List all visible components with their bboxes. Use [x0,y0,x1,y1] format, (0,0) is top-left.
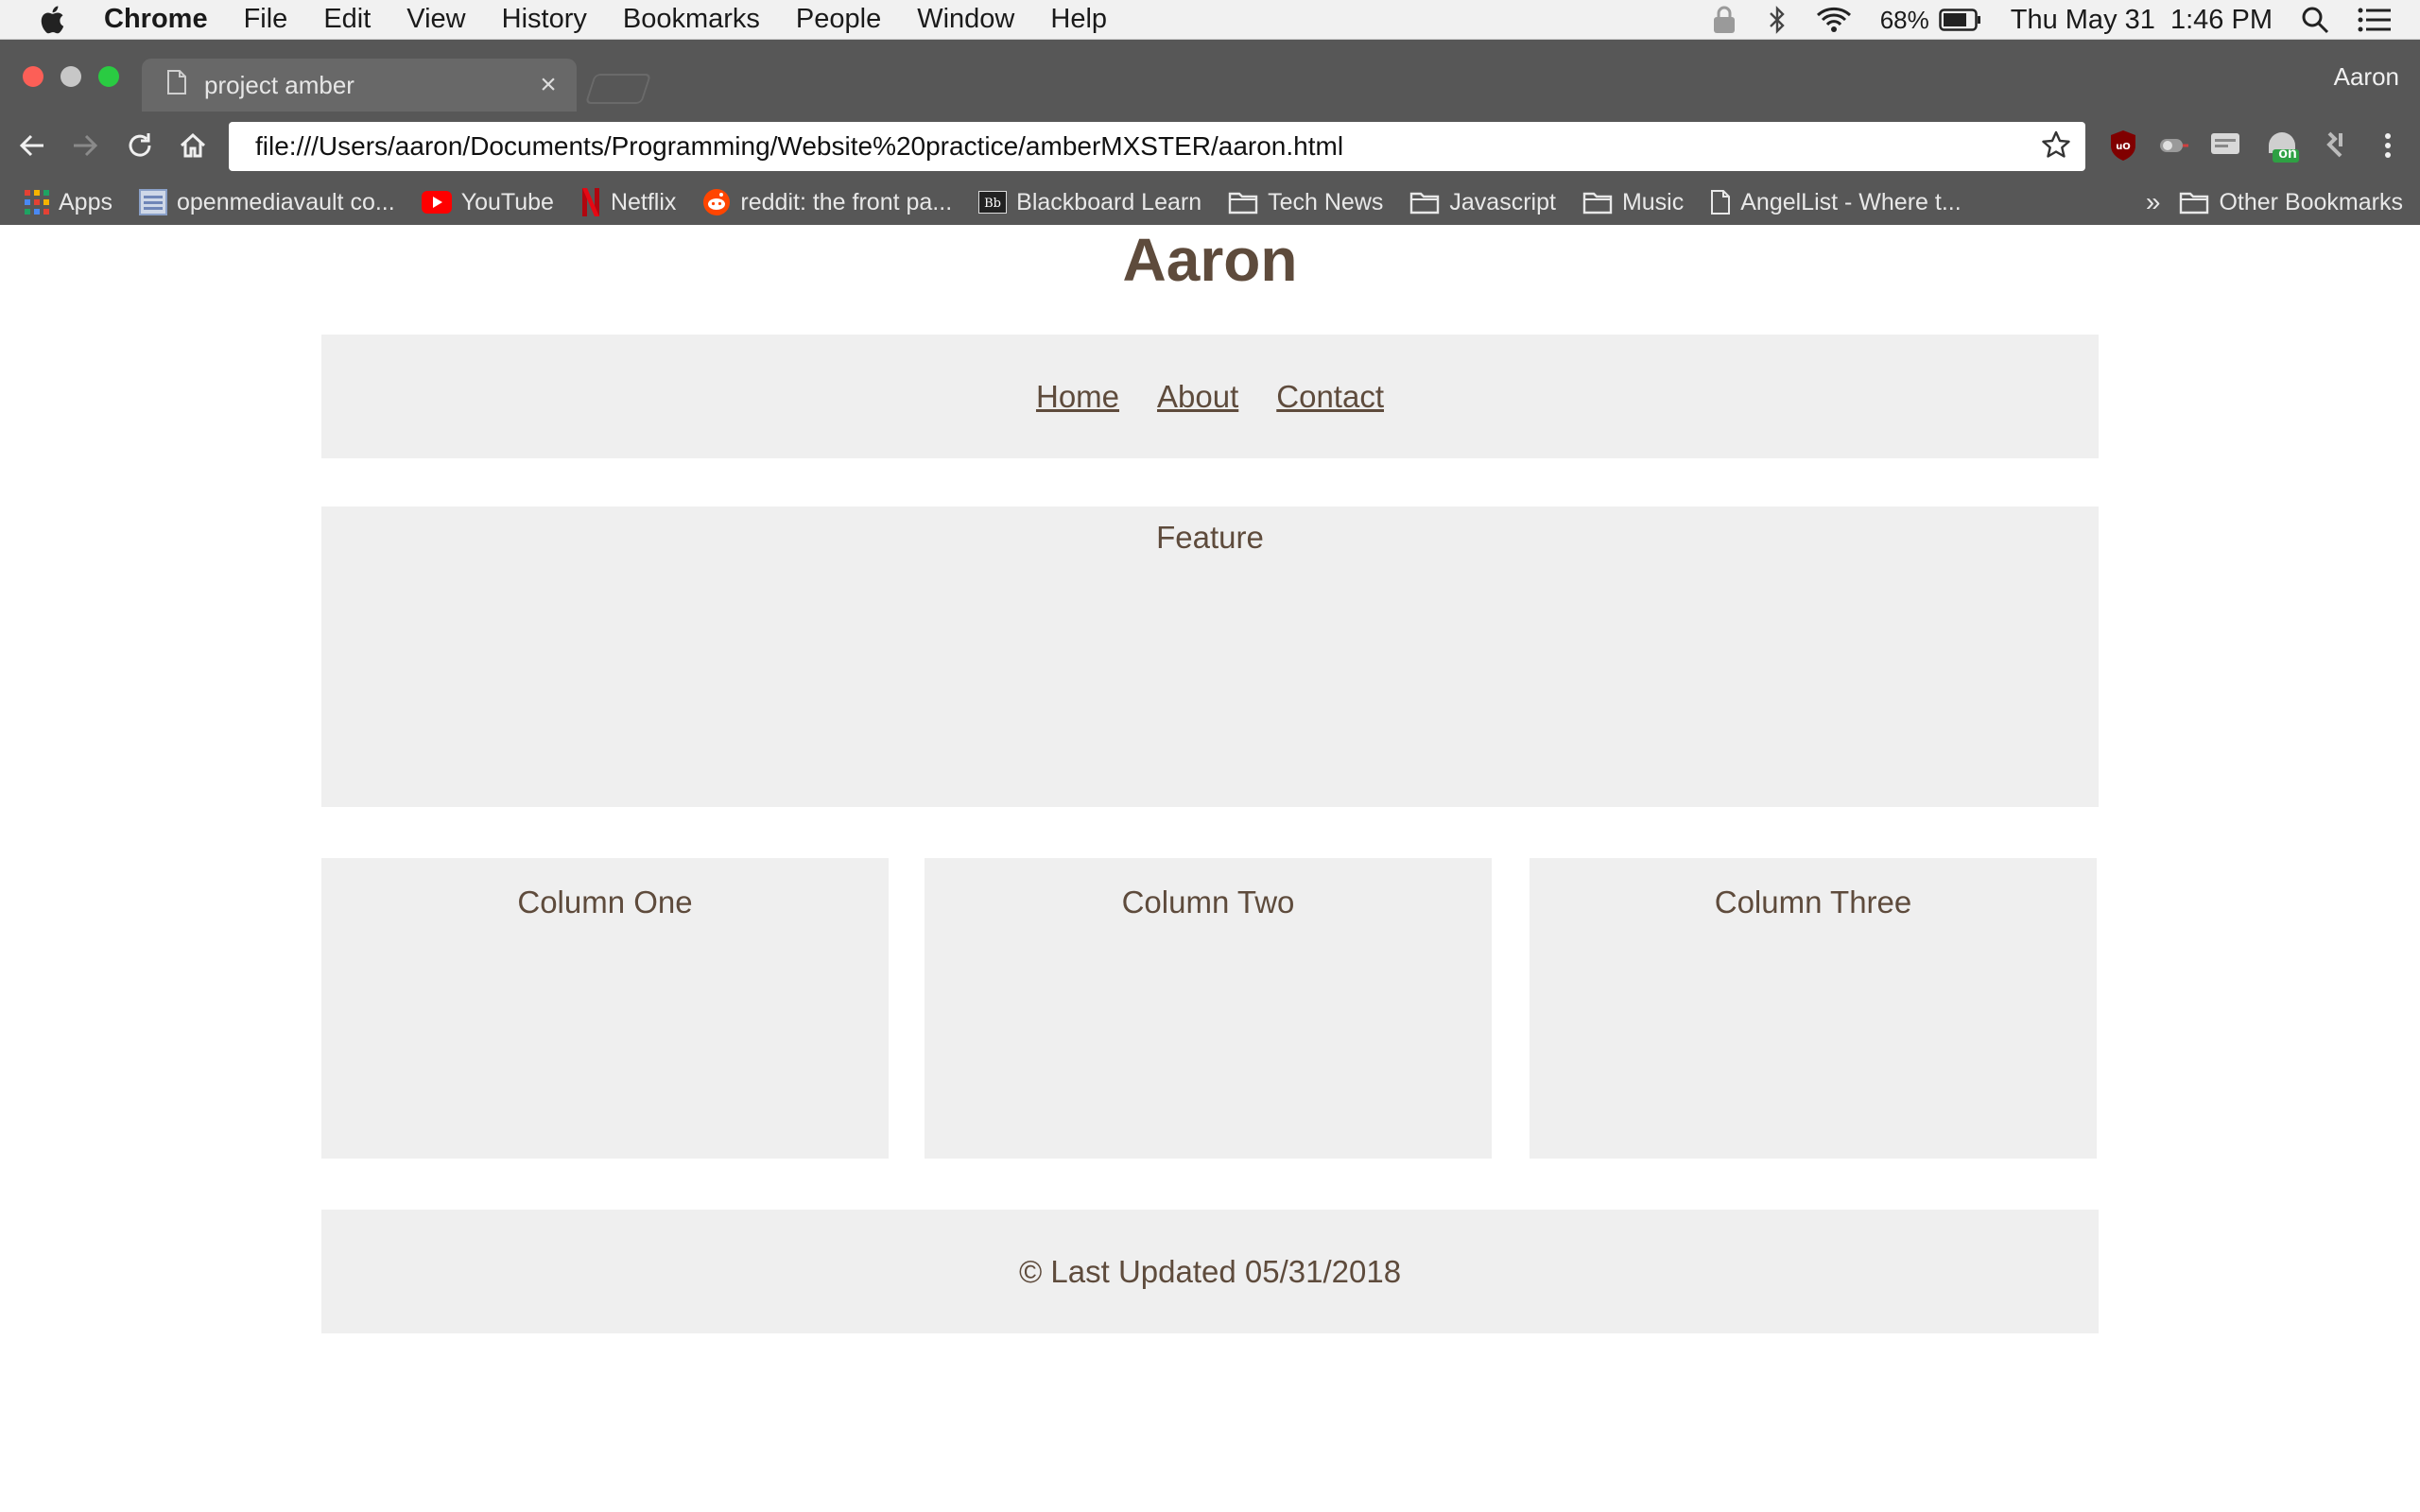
menu-bookmarks[interactable]: Bookmarks [623,4,760,35]
clock[interactable]: Thu May 31 1:46 PM [2011,5,2273,36]
bookmark-label: Music [1621,188,1685,215]
battery-icon[interactable] [1939,9,1982,31]
bookmark-label: Other Bookmarks [2219,188,2403,215]
svg-text:uO: uO [2116,142,2131,152]
reload-button[interactable] [123,129,157,163]
address-bar[interactable]: file:///Users/aaron/Documents/Programmin… [229,122,2085,171]
netflix-icon [580,188,601,216]
bookmark-netflix[interactable]: Netflix [580,188,676,216]
apple-logo-icon[interactable] [38,4,70,36]
bookmark-label: Tech News [1268,188,1384,215]
column-two: Column Two [925,858,1492,1159]
column-three: Column Three [1530,858,2097,1159]
bookmark-label: YouTube [460,188,554,215]
folder-icon [1228,190,1258,215]
menu-file[interactable]: File [244,4,288,35]
bookmark-label: AngelList - Where t... [1740,188,1962,215]
bookmark-youtube[interactable]: YouTube [421,188,554,216]
menu-view[interactable]: View [406,4,465,35]
bookmark-label: reddit: the front pa... [740,188,953,215]
vpn-lock-icon[interactable] [1710,5,1738,35]
tab-title: project amber [204,70,354,99]
css-extension-icon[interactable] [2206,127,2244,164]
nav-link-contact[interactable]: Contact [1276,379,1384,415]
macos-menu-bar: Chrome File Edit View History Bookmarks … [0,0,2420,40]
bookmark-label: Netflix [610,188,677,215]
extension-toggle-icon[interactable] [2155,127,2193,164]
column-one: Column One [321,858,889,1159]
bookmark-angellist[interactable]: AngelList - Where t... [1710,188,1962,216]
tab-close-button[interactable]: × [529,69,567,101]
profile-button[interactable]: Aaron [2334,62,2399,92]
svg-text:Bb: Bb [984,197,1001,211]
menu-help[interactable]: Help [1050,4,1107,35]
folder-icon [1409,190,1440,215]
extension-badge: on [2278,146,2297,162]
bookmark-blackboard[interactable]: Bb Blackboard Learn [978,189,1201,216]
site-footer: © Last Updated 05/31/2018 [321,1210,2099,1333]
menu-app-chrome[interactable]: Chrome [104,4,208,35]
menu-history[interactable]: History [502,4,587,35]
page-title: Aaron [1122,226,1298,294]
bookmark-folder-music[interactable]: Music [1582,189,1684,216]
other-bookmarks-folder[interactable]: Other Bookmarks [2179,189,2403,216]
bookmark-label: Javascript [1449,188,1556,215]
reddit-icon [702,188,731,216]
feature-section: Feature [321,507,2099,807]
web-page-viewport: Aaron Home About Contact Feature Column … [0,225,2420,1512]
menu-window[interactable]: Window [917,4,1014,35]
vpn-extension-icon[interactable]: on [2263,127,2301,164]
browser-tab-active[interactable]: project amber × [142,59,577,112]
youtube-icon [421,191,452,214]
bookmark-label: Apps [59,188,112,215]
forward-button[interactable] [68,129,102,163]
document-icon [1710,189,1731,215]
spotlight-search-icon[interactable] [2301,6,2329,34]
site-nav: Home About Contact [321,335,2099,458]
bluetooth-icon[interactable] [1767,6,1788,34]
microphone-extension-icon[interactable] [2316,127,2354,164]
new-tab-button[interactable] [584,74,652,104]
menu-edit[interactable]: Edit [323,4,371,35]
browser-title-bar: project amber × Aaron [0,40,2420,112]
bookmark-star-icon[interactable] [2042,130,2070,163]
close-window-button[interactable] [23,66,43,87]
bookmark-openmediavault[interactable]: openmediavault co... [138,188,395,216]
page-favicon-icon [166,69,187,102]
bookmark-label: openmediavault co... [176,188,395,215]
bookmark-folder-javascript[interactable]: Javascript [1409,189,1556,216]
column-heading: Column Two [1121,885,1295,919]
back-button[interactable] [15,129,49,163]
blackboard-icon: Bb [978,191,1008,214]
ublock-extension-icon[interactable]: uO [2104,127,2142,164]
notification-center-icon[interactable] [2358,7,2392,33]
chrome-menu-icon[interactable] [2369,127,2407,164]
browser-toolbar: file:///Users/aaron/Documents/Programmin… [0,112,2420,180]
battery-percentage: 68% [1879,5,1929,34]
apps-grid-icon [25,190,49,215]
bookmark-reddit[interactable]: reddit: the front pa... [702,188,952,216]
minimize-window-button[interactable] [60,66,81,87]
bookmark-folder-tech-news[interactable]: Tech News [1228,189,1383,216]
bookmarks-right-group: » Other Bookmarks [2146,180,2403,225]
nav-link-home[interactable]: Home [1036,379,1119,415]
bookmark-apps[interactable]: Apps [25,189,112,216]
wifi-icon[interactable] [1816,7,1852,33]
zoom-window-button[interactable] [98,66,119,87]
bookmarks-bar: Apps openmediavault co... YouTube Netfli… [0,180,2420,225]
folder-icon [1582,190,1613,215]
folder-icon [2179,190,2209,215]
url-text[interactable]: file:///Users/aaron/Documents/Programmin… [255,131,2042,162]
page-icon [138,189,167,215]
bookmarks-overflow-button[interactable]: » [2146,187,2161,217]
menu-people[interactable]: People [796,4,881,35]
footer-text: © Last Updated 05/31/2018 [1018,1253,1402,1289]
column-heading: Column Three [1714,885,1912,919]
feature-heading: Feature [1156,520,1264,555]
column-heading: Column One [517,885,693,919]
home-button[interactable] [176,129,210,163]
bookmark-label: Blackboard Learn [1016,188,1202,215]
nav-link-about[interactable]: About [1157,379,1238,415]
